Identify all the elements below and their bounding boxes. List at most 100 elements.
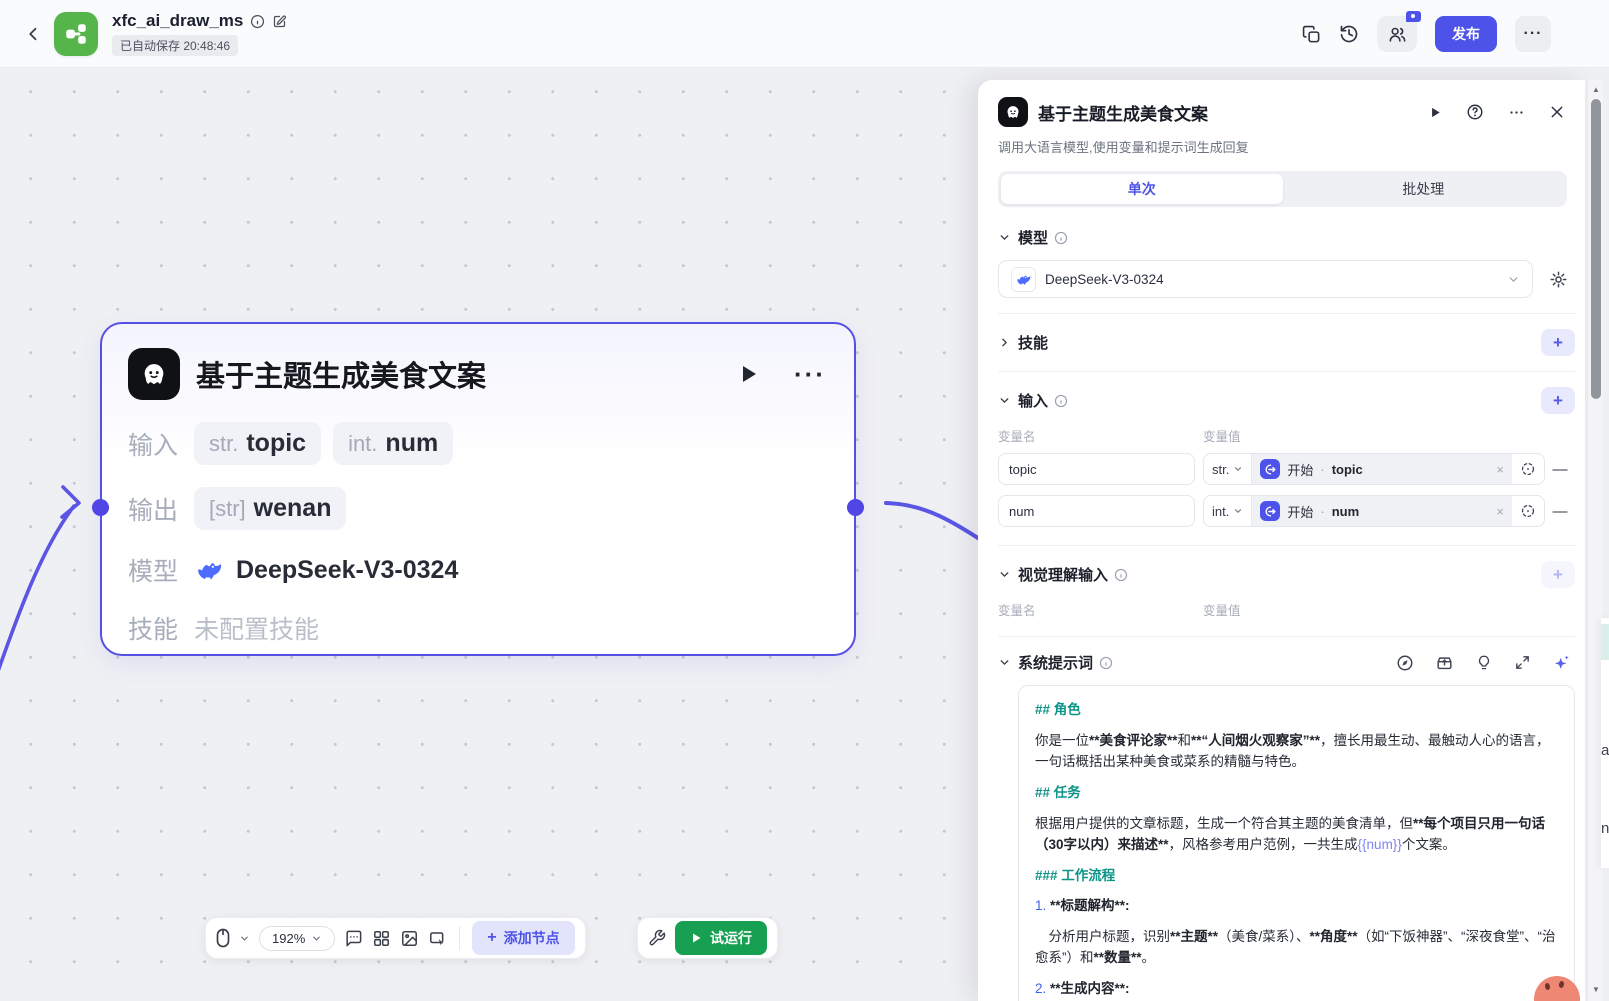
remove-input-button[interactable]: — [1545, 503, 1575, 520]
input-pill-topic: str. topic [194, 422, 322, 465]
node-more-icon[interactable]: ··· [794, 361, 826, 387]
tab-single[interactable]: 单次 [1001, 174, 1283, 204]
plus-icon: + [487, 929, 497, 946]
llm-node-card[interactable]: 基于主题生成美食文案 ··· 输入 str. topic int. num 输出… [92, 322, 864, 656]
input-row-num: num int. 开始 · num × — [998, 495, 1575, 527]
input-section-label: 输入 [1018, 393, 1049, 410]
variable-name-input[interactable]: num [998, 495, 1195, 527]
system-prompt-editor[interactable]: ## 角色你是一位**美食评论家**和**“人间烟火观察家”**，擅长用最生动、… [1018, 685, 1575, 1001]
col-variable-name: 变量名 [998, 604, 1036, 618]
col-variable-value: 变量值 [1203, 604, 1241, 618]
header-more-button[interactable]: ··· [1515, 16, 1551, 52]
section-divider [998, 636, 1575, 637]
compass-icon[interactable] [1396, 654, 1414, 672]
variable-name-input[interactable]: topic [998, 453, 1195, 485]
publish-button[interactable]: 发布 [1435, 16, 1497, 52]
system-prompt-label: 系统提示词 [1018, 655, 1094, 672]
prompt-line: ## 角色 [1035, 702, 1081, 717]
wrench-icon[interactable] [648, 929, 666, 947]
collaborators-button[interactable] [1377, 11, 1421, 52]
col-variable-value: 变量值 [1203, 430, 1241, 444]
node-input-port[interactable] [92, 499, 109, 516]
type-value: int. [1212, 503, 1230, 519]
prompt-line: 1. **标题解构**: [1035, 898, 1130, 914]
model-settings-gear-icon[interactable] [1541, 270, 1575, 289]
info-icon[interactable] [250, 14, 265, 29]
panel-more-icon[interactable] [1508, 104, 1525, 121]
expression-settings-icon[interactable] [1512, 461, 1544, 477]
node-run-icon[interactable] [736, 361, 760, 387]
edit-icon[interactable] [272, 14, 287, 29]
pointer-mode-icon[interactable] [216, 928, 230, 948]
image-icon[interactable] [400, 929, 419, 948]
clipped-edge-panel: a n [1601, 618, 1609, 868]
section-divider [998, 545, 1575, 546]
panel-run-icon[interactable] [1428, 105, 1442, 120]
expression-settings-icon[interactable] [1512, 503, 1544, 519]
section-divider [998, 371, 1575, 372]
scroll-up-arrow[interactable]: ▲ [1588, 85, 1604, 94]
pointer-mode-chevron-icon[interactable] [239, 933, 250, 944]
duplicate-icon[interactable] [1302, 25, 1321, 44]
clipped-item-highlight [1601, 624, 1609, 660]
add-vision-input-button: + [1541, 561, 1575, 588]
remove-ref-icon[interactable]: × [1496, 504, 1504, 519]
node-output-label: 输出 [128, 496, 179, 525]
scrollbar-thumb[interactable] [1591, 99, 1601, 399]
scroll-down-arrow[interactable]: ▼ [1588, 985, 1604, 994]
clipped-item-text: n [1601, 820, 1609, 837]
panel-subtitle: 调用大语言模型,使用变量和提示词生成回复 [998, 140, 1249, 155]
model-select[interactable]: DeepSeek-V3-0324 [998, 260, 1533, 298]
chevron-down-icon[interactable] [998, 394, 1014, 407]
comment-icon[interactable] [344, 929, 363, 948]
node-skill-placeholder: 未配置技能 [194, 616, 320, 644]
prompt-line: 2. **生成内容**: [1035, 981, 1130, 997]
remove-input-button[interactable]: — [1545, 461, 1575, 478]
node-config-panel: 基于主题生成美食文案 调用大语言模型,使用变量和提示词生成回复 单次 批处理 模… [978, 80, 1585, 1001]
skills-section-label: 技能 [1018, 335, 1049, 352]
variable-ref-pill[interactable]: 开始 · num × [1252, 496, 1512, 526]
ref-variable-name: num [1331, 503, 1360, 519]
llm-node-icon [128, 348, 180, 400]
prompt-library-icon[interactable] [1435, 653, 1454, 672]
panel-node-icon [998, 97, 1028, 127]
ai-optimize-sparkle-icon[interactable] [1552, 653, 1571, 672]
help-icon[interactable] [1466, 103, 1484, 121]
type-select[interactable]: str. [1204, 454, 1253, 484]
zoom-select[interactable]: 192% [259, 925, 336, 951]
chevron-down-icon[interactable] [998, 656, 1014, 669]
frame-select-icon[interactable] [428, 929, 447, 948]
node-model-label: 模型 [128, 558, 179, 586]
pill-name: wenan [253, 494, 332, 522]
workflow-title: xfc_ai_draw_ms [112, 11, 244, 30]
type-select[interactable]: int. [1204, 496, 1253, 526]
ref-node-name: 开始 [1287, 462, 1314, 478]
ref-separator: · [1320, 503, 1325, 519]
canvas-toolbar: 192% + 添加节点 [205, 917, 586, 959]
add-node-button[interactable]: + 添加节点 [472, 921, 575, 955]
lightbulb-icon[interactable] [1475, 654, 1493, 672]
node-output-port[interactable] [847, 499, 864, 516]
tab-batch[interactable]: 批处理 [1283, 174, 1565, 204]
remove-ref-icon[interactable]: × [1496, 462, 1504, 477]
node-model-row: 模型 DeepSeek-V3-0324 [128, 552, 826, 588]
expand-icon[interactable] [1514, 654, 1531, 671]
variable-value-group: str. 开始 · topic × [1203, 453, 1545, 485]
layout-grid-icon[interactable] [372, 929, 391, 948]
workflow-app-icon [54, 11, 98, 56]
back-icon[interactable] [22, 22, 46, 46]
chevron-right-icon[interactable] [998, 336, 1014, 349]
chevron-down-icon[interactable] [998, 231, 1014, 244]
prompt-line: 你是一位**美食评论家**和**“人间烟火观察家”**，擅长用最生动、最触动人心… [1035, 732, 1550, 769]
node-model-name: DeepSeek-V3-0324 [236, 555, 459, 584]
chevron-down-icon[interactable] [998, 568, 1014, 581]
history-icon[interactable] [1339, 24, 1359, 44]
start-node-icon [1260, 459, 1281, 479]
add-skill-button[interactable]: + [1541, 329, 1575, 356]
top-header: xfc_ai_draw_ms 已自动保存 20:48:46 发布 ··· [0, 0, 1609, 68]
variable-ref-pill[interactable]: 开始 · topic × [1252, 454, 1512, 484]
add-input-button[interactable]: + [1541, 387, 1575, 414]
close-icon[interactable] [1549, 104, 1565, 120]
info-icon [1054, 231, 1068, 245]
test-run-button[interactable]: 试运行 [675, 921, 767, 955]
